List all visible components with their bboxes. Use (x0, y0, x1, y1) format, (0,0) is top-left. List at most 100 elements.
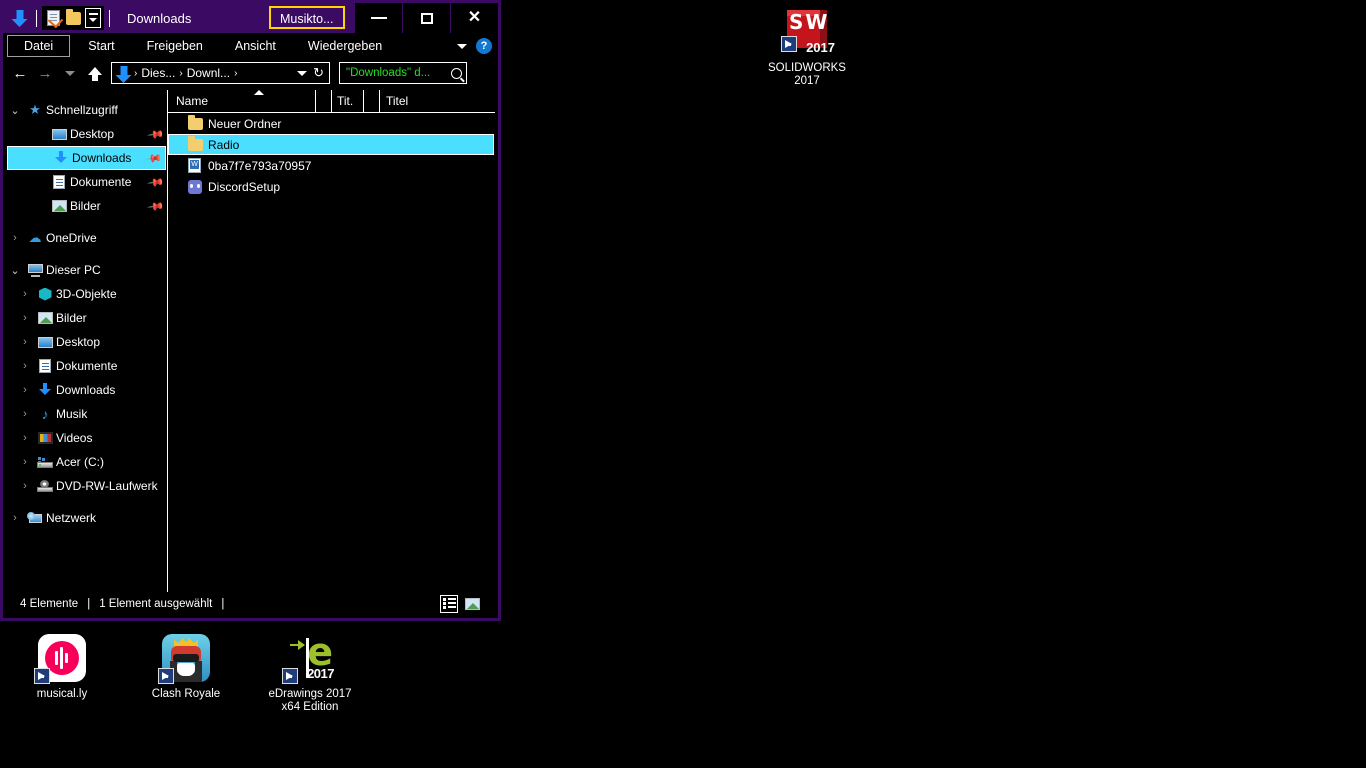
help-icon[interactable]: ? (476, 38, 492, 54)
column-header-row[interactable]: Name Tit. Titel (168, 90, 495, 113)
large-icons-view-button[interactable] (463, 595, 481, 613)
quick-access-toolbar[interactable] (9, 5, 115, 31)
tab-wiedergeben[interactable]: Wiedergeben (294, 35, 396, 57)
tab-freigeben[interactable]: Freigeben (133, 35, 217, 57)
file-explorer-window[interactable]: Downloads Musikto... ✕ Datei Start Freig… (0, 0, 501, 621)
file-rows[interactable]: Neuer Ordner Radio W 0ba7f7e793a70957 Di… (168, 113, 495, 598)
sidebar-item-label: Dokumente (56, 359, 118, 373)
sidebar-item-musik[interactable]: › ♪ Musik (6, 402, 167, 426)
minimize-button[interactable] (354, 3, 402, 33)
pin-icon[interactable]: 📌 (145, 149, 164, 167)
sidebar-item-label: Dokumente (70, 175, 132, 189)
column-header-name[interactable]: Name (168, 90, 316, 112)
table-row[interactable]: Neuer Ordner (168, 113, 495, 134)
tab-start[interactable]: Start (74, 35, 128, 57)
edrawings-icon: e 2017 (282, 633, 334, 684)
ribbon-tab-bar[interactable]: Datei Start Freigeben Ansicht Wiedergebe… (3, 33, 498, 59)
breadcrumb-item-1[interactable]: Downl... (184, 66, 233, 80)
desktop-icon-edrawings[interactable]: e 2017 eDrawings 2017 x64 Edition (258, 633, 362, 714)
tab-ansicht[interactable]: Ansicht (221, 35, 290, 57)
file-list-pane[interactable]: Name Tit. Titel Neuer Ordner Radio W 0ba… (167, 90, 495, 615)
sidebar-item-videos[interactable]: › Videos (6, 426, 167, 450)
customize-qat-icon[interactable] (83, 7, 103, 29)
chevron-down-icon[interactable]: ⌄ (6, 104, 24, 117)
chevron-right-icon[interactable]: › (6, 512, 24, 524)
new-folder-icon[interactable] (63, 7, 83, 29)
download-icon (50, 151, 72, 165)
table-row[interactable]: W 0ba7f7e793a70957 (168, 155, 495, 176)
chevron-right-icon[interactable]: › (16, 480, 34, 492)
chevron-right-icon[interactable]: › (16, 384, 34, 396)
shortcut-overlay-icon (158, 668, 174, 684)
column-header-blank-1[interactable] (316, 90, 332, 112)
sidebar-item-desktop[interactable]: Desktop 📌 (6, 122, 167, 146)
caption-buttons[interactable]: ✕ (354, 3, 498, 33)
column-header-tit[interactable]: Tit. (332, 90, 364, 112)
details-view-button[interactable] (440, 594, 458, 613)
sidebar-item-dvd-rw-laufwerk[interactable]: › DVD-RW-Laufwerk (6, 474, 167, 498)
sidebar-item-netzwerk[interactable]: › Netzwerk (6, 506, 167, 530)
tab-datei[interactable]: Datei (7, 35, 71, 57)
desktop-icon-musically[interactable]: musical.ly (10, 634, 114, 701)
address-dropdown-icon[interactable] (297, 70, 308, 76)
solidworks-year: 2017 (806, 40, 835, 55)
sidebar-item-desktop-pc[interactable]: › Desktop (6, 330, 167, 354)
chevron-down-icon[interactable] (457, 43, 467, 49)
sidebar-item-label: Netzwerk (46, 511, 97, 525)
search-input[interactable]: "Downloads" d... (339, 62, 467, 84)
chevron-down-icon[interactable]: ⌄ (6, 264, 24, 277)
sidebar-item-3d-objekte[interactable]: › 3D-Objekte (6, 282, 167, 306)
column-header-blank-2[interactable] (364, 90, 380, 112)
clash-royale-icon (158, 634, 210, 684)
refresh-icon[interactable]: ↻ (313, 65, 324, 81)
desktop-icon-clash-royale[interactable]: Clash Royale (134, 634, 238, 701)
chevron-right-icon[interactable]: › (16, 336, 34, 348)
sidebar-item-bilder[interactable]: Bilder 📌 (6, 194, 167, 218)
sidebar-item-downloads-pc[interactable]: › Downloads (6, 378, 167, 402)
title-bar[interactable]: Downloads Musikto... ✕ (3, 3, 498, 33)
monitor-icon (34, 336, 56, 348)
chevron-right-icon[interactable]: › (16, 288, 34, 300)
pin-icon[interactable]: 📌 (147, 197, 166, 215)
sidebar-item-label: Schnellzugriff (46, 103, 118, 117)
sidebar-item-label: Videos (56, 431, 93, 445)
sidebar-item-schnellzugriff[interactable]: ⌄ ★ Schnellzugriff (6, 98, 167, 122)
sidebar-item-onedrive[interactable]: › ☁ OneDrive (6, 226, 167, 250)
sidebar-item-acer-c[interactable]: › Acer (C:) (6, 450, 167, 474)
desktop-icon-solidworks[interactable]: SW 2017 SOLIDWORKS 2017 (754, 8, 860, 88)
sidebar-item-dokumente-pc[interactable]: › Dokumente (6, 354, 167, 378)
pin-icon[interactable]: 📌 (147, 125, 166, 143)
chevron-right-icon[interactable]: › (16, 360, 34, 372)
address-toolbar[interactable]: ← → › Dies... › Downl... › ↻ "Downloads"… (3, 59, 498, 87)
chevron-right-icon[interactable]: › (6, 232, 24, 244)
table-row[interactable]: DiscordSetup (168, 176, 495, 197)
chevron-right-icon[interactable]: › (16, 312, 34, 324)
chevron-right-icon[interactable]: › (16, 408, 34, 420)
recent-locations-button[interactable] (59, 62, 81, 84)
desktop[interactable]: musical.ly Clash Royale e 2017 eDrawings… (0, 0, 1366, 768)
sidebar-item-bilder-pc[interactable]: › Bilder (6, 306, 167, 330)
close-button[interactable]: ✕ (450, 3, 498, 33)
properties-icon[interactable] (43, 7, 63, 29)
column-header-titel[interactable]: Titel (380, 90, 495, 112)
table-row[interactable]: Radio (168, 134, 494, 155)
address-bar[interactable]: › Dies... › Downl... › ↻ (111, 62, 330, 84)
up-button[interactable] (84, 62, 106, 84)
sidebar-item-dieser-pc[interactable]: ⌄ Dieser PC (6, 258, 167, 282)
dvd-drive-icon (34, 480, 56, 492)
sidebar-item-downloads[interactable]: Downloads 📌 (7, 146, 166, 170)
navigation-pane[interactable]: ⌄ ★ Schnellzugriff Desktop 📌 Downloads 📌… (6, 90, 167, 615)
forward-button[interactable]: → (34, 62, 56, 84)
view-buttons[interactable] (440, 594, 495, 613)
pin-icon[interactable]: 📌 (147, 173, 166, 191)
chevron-right-icon[interactable]: › (16, 432, 34, 444)
maximize-button[interactable] (402, 3, 450, 33)
taskbar-tooltip-button[interactable]: Musikto... (269, 6, 345, 29)
sidebar-item-dokumente[interactable]: Dokumente 📌 (6, 170, 167, 194)
chevron-right-icon[interactable]: › (16, 456, 34, 468)
back-button[interactable]: ← (9, 62, 31, 84)
star-icon: ★ (29, 102, 41, 117)
shortcut-overlay-icon (781, 36, 797, 52)
breadcrumb-item-0[interactable]: Dies... (138, 66, 178, 80)
shortcut-overlay-icon (34, 668, 50, 684)
